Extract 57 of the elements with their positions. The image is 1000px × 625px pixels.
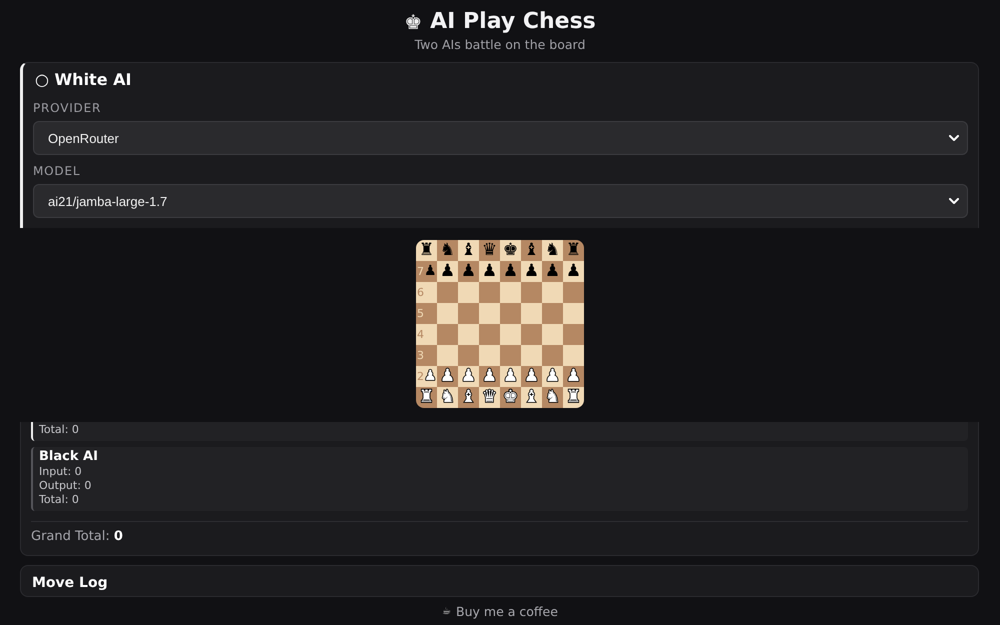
rank-label: 5 (417, 307, 424, 320)
chess-piece: ♟ (544, 262, 560, 281)
token-count: Total: 0 (39, 493, 79, 507)
chess-piece: ♚ (502, 388, 518, 407)
chess-piece: ♟ (440, 367, 456, 386)
chess-piece: ♜ (566, 241, 582, 260)
chess-piece: ♟ (482, 262, 498, 281)
chess-piece: ♟ (460, 367, 476, 386)
token-count: Output: 0 (39, 479, 92, 493)
token-count: Total: 0 (39, 423, 79, 437)
chess-piece: ♟ (544, 367, 560, 386)
chess-piece: ♟ (424, 368, 437, 385)
chess-piece: ♝ (524, 388, 540, 407)
chess-piece: ♟ (502, 367, 518, 386)
chess-piece: ♟ (440, 262, 456, 281)
chevron-down-icon (949, 198, 959, 204)
chess-piece: ♟ (460, 262, 476, 281)
chess-piece: ♜ (418, 388, 434, 407)
chess-piece: ♟ (566, 367, 582, 386)
page-title: AI Play Chess (430, 8, 596, 36)
rank-label: 4 (417, 328, 424, 341)
subtitle: Two AIs battle on the board (414, 37, 586, 53)
chess-piece: ♝ (524, 241, 540, 260)
field-label: PROVIDER (33, 101, 102, 116)
section-title: Move Log (32, 575, 108, 592)
player-name: Black AI (39, 449, 98, 465)
chess-piece: ♟ (502, 262, 518, 281)
king-icon: ♚ (404, 8, 422, 36)
chess-piece: ♝ (460, 241, 476, 260)
chess-piece: ♜ (566, 388, 582, 407)
rank-label: 2 (417, 370, 424, 383)
chevron-down-icon (949, 135, 959, 141)
grand-total: Grand Total: 0 (31, 529, 123, 545)
chess-piece: ♞ (440, 388, 456, 407)
chess-piece: ♛ (482, 388, 498, 407)
chess-piece: ♞ (440, 241, 456, 260)
chess-piece: ♟ (524, 262, 540, 281)
chess-piece: ♟ (524, 367, 540, 386)
chess-piece: ♞ (544, 241, 560, 260)
rank-label: 6 (417, 286, 424, 299)
coffee-link[interactable]: ☕ Buy me a coffee (442, 604, 558, 620)
token-count: Input: 0 (39, 465, 82, 479)
chess-piece: ♛ (482, 241, 498, 260)
dropdown[interactable]: OpenRouter (33, 121, 968, 155)
chess-piece: ♞ (544, 388, 560, 407)
dropdown[interactable]: ai21/jamba-large-1.7 (33, 184, 968, 218)
rank-label: 7 (417, 265, 424, 278)
chess-piece: ♚ (502, 241, 518, 260)
field-label: MODEL (33, 164, 80, 179)
chess-piece: ♟ (566, 262, 582, 281)
coffee-cup-icon: ☕ (442, 604, 452, 620)
rank-label: 3 (417, 349, 424, 362)
chess-piece: ♟ (424, 263, 437, 280)
chess-piece: ♜ (418, 241, 434, 260)
chess-piece: ♟ (482, 367, 498, 386)
panel-title: ○ White AI (35, 70, 132, 90)
chess-piece: ♝ (460, 388, 476, 407)
